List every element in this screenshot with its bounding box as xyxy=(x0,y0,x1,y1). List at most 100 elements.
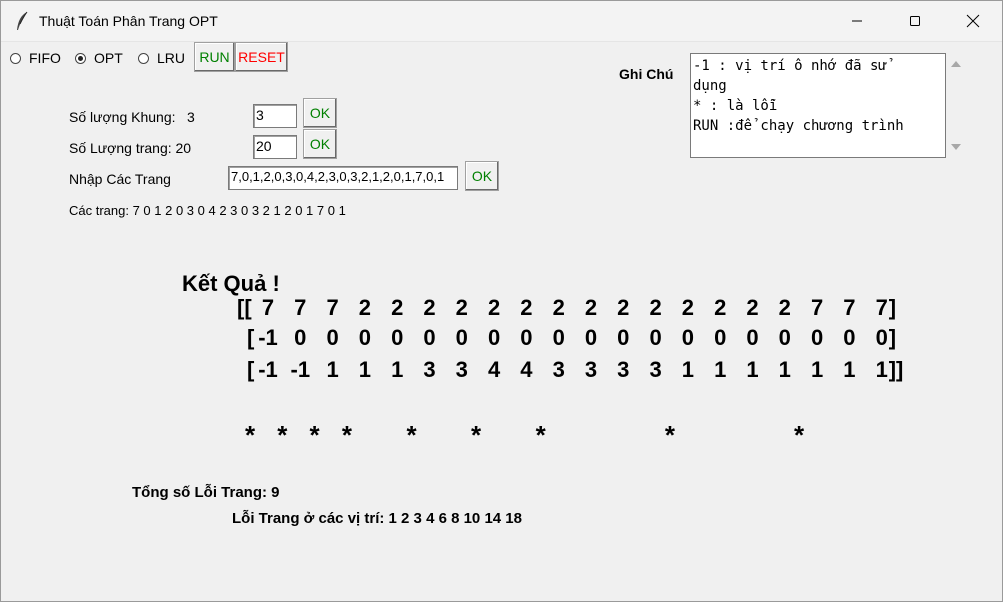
radio-fifo[interactable]: FIFO xyxy=(10,50,61,66)
matrix-cell: 0 xyxy=(584,325,598,350)
matrix-cell: 7 xyxy=(261,295,275,320)
matrix-cell: 0 xyxy=(617,325,630,350)
close-icon xyxy=(966,14,980,28)
fault-marker: * xyxy=(341,420,352,450)
matrix-cell: 0 xyxy=(455,325,468,350)
total-faults: Tổng số Lỗi Trang: 9 xyxy=(132,484,280,501)
fault-marker: * xyxy=(535,420,546,450)
radio-fifo-label: FIFO xyxy=(29,50,61,66)
matrix-bracket-open: [[ xyxy=(237,295,252,320)
notes-label: Ghi Chú xyxy=(619,66,674,82)
matrix-cell: 0 xyxy=(552,325,565,350)
matrix-cell: 2 xyxy=(617,295,630,320)
pages-sequence-input[interactable]: 7,0,1,2,0,3,0,4,2,3,0,3,2,1,2,0,1,7,0,1 xyxy=(228,166,458,190)
scroll-down-icon[interactable] xyxy=(950,142,962,152)
matrix-cell: 1 xyxy=(714,357,727,382)
matrix-cell: 0 xyxy=(423,325,436,350)
matrix-cell: 1 xyxy=(843,357,856,382)
matrix-cell: 1 xyxy=(810,357,824,382)
radio-opt-label: OPT xyxy=(94,50,123,66)
matrix-cell: -1 xyxy=(258,325,278,350)
matrix-cell: 7 xyxy=(810,295,824,320)
fault-marker: * xyxy=(406,420,417,450)
matrix-cell: 1 xyxy=(778,357,791,382)
matrix-bracket-close: ] xyxy=(888,295,897,320)
matrix-cell: 0 xyxy=(714,325,727,350)
radio-opt-indicator xyxy=(75,52,86,64)
frames-ok-button[interactable]: OK xyxy=(303,98,337,128)
matrix-cell: 2 xyxy=(358,295,372,320)
matrix-cell: 3 xyxy=(584,357,598,382)
matrix-cell: 4 xyxy=(487,357,501,382)
pages-sequence-label: Nhập Các Trang xyxy=(69,171,171,187)
minimize-icon xyxy=(852,20,862,22)
matrix-cell: 0 xyxy=(520,325,533,350)
title-bar: Thuật Toán Phân Trang OPT xyxy=(1,1,1002,42)
matrix-cell: 7 xyxy=(294,295,307,320)
matrix-cell: 2 xyxy=(649,295,662,320)
matrix-cell: 3 xyxy=(423,357,436,382)
matrix-cell: 2 xyxy=(423,295,436,320)
pages-display: Các trang: 7 0 1 2 0 3 0 4 2 3 0 3 2 1 2… xyxy=(69,203,346,218)
notes-line: * : là lỗi xyxy=(693,98,778,114)
matrix-cell: 2 xyxy=(746,295,759,320)
pages-count-label: Số Lượng trang: 20 xyxy=(69,140,192,156)
matrix-cell: 1 xyxy=(746,357,759,382)
matrix-cell: 7 xyxy=(326,295,339,320)
matrix-cell: 0 xyxy=(810,325,824,350)
frames-input[interactable]: 3 xyxy=(253,104,297,128)
radio-lru-label: LRU xyxy=(157,50,186,66)
frames-current-value: 3 xyxy=(187,109,195,125)
matrix-bracket-close: ] xyxy=(888,325,897,350)
maximize-button[interactable] xyxy=(886,1,944,41)
pages-count-input[interactable]: 20 xyxy=(253,135,297,159)
notes-line: RUN :để chạy chương trình xyxy=(693,118,904,134)
reset-button[interactable]: RESET xyxy=(235,42,288,72)
matrix-cell: 0 xyxy=(391,325,404,350)
window-title: Thuật Toán Phân Trang OPT xyxy=(39,13,218,29)
matrix-cell: 0 xyxy=(487,325,501,350)
minimize-button[interactable] xyxy=(828,1,886,41)
matrix-cell: 0 xyxy=(649,325,662,350)
matrix-cell: 0 xyxy=(681,325,695,350)
scroll-up-icon[interactable] xyxy=(950,59,962,69)
fault-marker: * xyxy=(664,420,675,450)
matrix-cell: 2 xyxy=(487,295,501,320)
pages-count-ok-button[interactable]: OK xyxy=(303,129,337,159)
matrix-cell: 2 xyxy=(520,295,533,320)
close-button[interactable] xyxy=(944,1,1002,41)
feather-icon xyxy=(17,11,28,30)
matrix-cell: 2 xyxy=(391,295,404,320)
frames-label: Số lượng Khung: xyxy=(69,109,176,125)
fault-marker: * xyxy=(309,420,320,450)
radio-fifo-indicator xyxy=(10,52,21,64)
pages-sequence-ok-button[interactable]: OK xyxy=(465,161,499,191)
matrix-cell: -1 xyxy=(258,357,278,382)
result-heading: Kết Quả ! xyxy=(182,271,280,296)
matrix-cell: 0 xyxy=(294,325,307,350)
matrix-cell: 0 xyxy=(358,325,372,350)
matrix-cell: 2 xyxy=(584,295,598,320)
run-button[interactable]: RUN xyxy=(194,42,235,72)
matrix-cell: 0 xyxy=(843,325,856,350)
notes-textbox[interactable]: -1 : vị trí ô nhớ đã sử dụng * : là lỗi … xyxy=(690,53,946,158)
matrix-cell: 0 xyxy=(778,325,791,350)
maximize-icon xyxy=(910,16,920,26)
matrix-cell: 7 xyxy=(843,295,856,320)
fault-marker: * xyxy=(471,420,482,450)
app-window: Thuật Toán Phân Trang OPT FIFO OPT LRU R… xyxy=(0,0,1003,602)
matrix-cell: 3 xyxy=(649,357,662,382)
notes-line: dụng xyxy=(693,78,727,94)
radio-opt[interactable]: OPT xyxy=(75,50,123,66)
fault-positions: Lỗi Trang ở các vị trí: 1 2 3 4 6 8 10 1… xyxy=(232,510,522,527)
radio-lru-indicator xyxy=(138,52,149,64)
matrix-cell: 2 xyxy=(714,295,727,320)
matrix-cell: 2 xyxy=(552,295,565,320)
matrix-cell: 0 xyxy=(326,325,339,350)
matrix-cell: 2 xyxy=(681,295,695,320)
matrix-cell: 2 xyxy=(778,295,791,320)
matrix-cell: 0 xyxy=(746,325,759,350)
matrix-cell: 3 xyxy=(617,357,630,382)
notes-line: -1 : vị trí ô nhớ đã sử xyxy=(693,58,887,74)
radio-lru[interactable]: LRU xyxy=(138,50,185,66)
